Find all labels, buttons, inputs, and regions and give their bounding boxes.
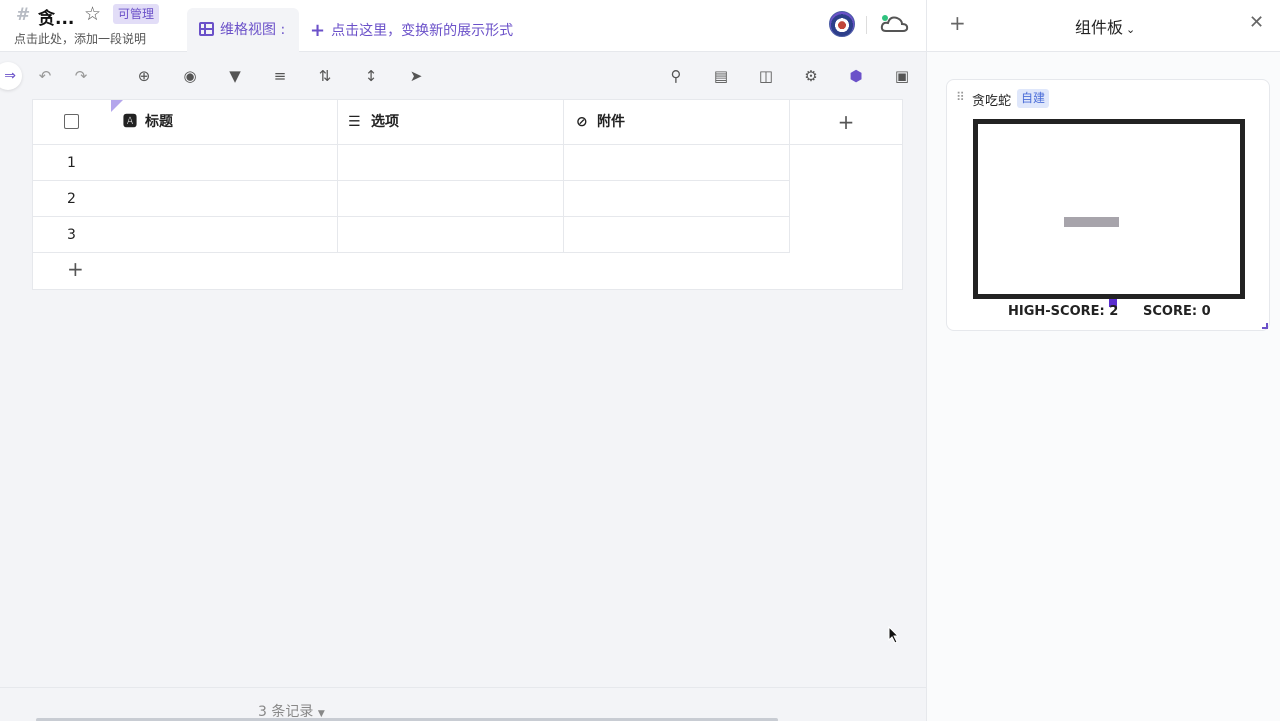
column-label: 标题	[145, 114, 173, 130]
mouse-cursor-icon	[888, 626, 900, 644]
cell-title[interactable]: 3	[33, 217, 338, 253]
widget-card-snake[interactable]: ⠿ 贪吃蛇 自建 HIGH-SCORE: 2 SCORE: 0	[946, 79, 1270, 331]
cell-title[interactable]: 1	[33, 145, 338, 181]
table-row[interactable]: 2	[33, 181, 790, 217]
row-number: 3	[67, 227, 76, 243]
api-icon[interactable]: ⚙	[799, 58, 823, 94]
toolbar: ⇒ ↶ ↷ ⊕ ◉ ▼ ≡ ⇅ ↕ ➤ ⚲ ▤ ◫ ⚙ ⬢ ▣	[0, 58, 926, 94]
hash-icon: #	[16, 5, 31, 25]
status-bar: 3 条记录 ▼	[0, 687, 926, 721]
workspace: # 贪... ☆ 可管理 点击此处，添加一段说明 维格视图 : + 点击这里，变换…	[0, 0, 926, 721]
cell-options[interactable]	[338, 181, 564, 217]
high-score: HIGH-SCORE: 2	[1008, 304, 1119, 319]
star-icon[interactable]: ☆	[84, 3, 101, 25]
cell-options[interactable]	[338, 145, 564, 181]
custom-widget-badge: 自建	[1017, 89, 1050, 108]
cell-attachment[interactable]	[564, 145, 790, 181]
datasheet-title[interactable]: 贪...	[38, 4, 74, 29]
table-row[interactable]: 1	[33, 145, 790, 181]
tab-grid-view[interactable]: 维格视图 :	[187, 8, 299, 52]
chevron-down-icon: ⌄	[1126, 23, 1136, 36]
close-icon[interactable]: ✕	[1249, 12, 1264, 33]
resize-handle-icon[interactable]	[1262, 323, 1268, 329]
grid-view-icon	[199, 22, 214, 36]
row-number: 1	[67, 155, 76, 171]
row-number: 2	[67, 191, 76, 207]
snake	[1064, 217, 1119, 227]
grid-header-row: 🅰 标题 ☰ 选项 ⊘ 附件 +	[33, 100, 902, 145]
column-header-title[interactable]: 🅰 标题	[33, 100, 338, 145]
widget-panel-header: + 组件板 ⌄ ✕	[927, 0, 1280, 52]
share-icon[interactable]: ➤	[404, 58, 428, 94]
form-icon[interactable]: ▤	[709, 58, 733, 94]
game-board[interactable]	[973, 119, 1245, 307]
undo-icon[interactable]: ↶	[33, 58, 57, 94]
add-row-button[interactable]: +	[67, 257, 84, 281]
current-score: SCORE: 0	[1143, 304, 1211, 319]
widget-panel-title[interactable]: 组件板 ⌄	[1075, 14, 1135, 38]
attachment-field-icon: ⊘	[576, 114, 588, 130]
select-all-checkbox[interactable]	[64, 114, 79, 129]
cell-options[interactable]	[338, 217, 564, 253]
add-view-label: 点击这里，变换新的展示形式	[331, 23, 514, 39]
cloud-sync-icon[interactable]	[880, 12, 910, 36]
cell-attachment[interactable]	[564, 181, 790, 217]
column-header-options[interactable]: ☰ 选项	[338, 100, 564, 145]
corner-marker	[111, 100, 123, 112]
robot-icon[interactable]: ▣	[890, 58, 914, 94]
widget-panel: + 组件板 ⌄ ✕ ⠿ 贪吃蛇 自建 HIGH-SCORE: 2 SCORE: 0	[926, 0, 1280, 721]
divider	[866, 16, 867, 34]
row-height-icon[interactable]: ↕	[359, 58, 383, 94]
search-icon[interactable]: ⚲	[664, 58, 688, 94]
add-view-button[interactable]: + 点击这里，变换新的展示形式	[310, 20, 513, 41]
group-icon[interactable]: ≡	[268, 58, 292, 94]
hide-fields-icon[interactable]: ◉	[178, 58, 202, 94]
add-widget-icon[interactable]: +	[949, 11, 966, 35]
top-header: # 贪... ☆ 可管理 点击此处，添加一段说明 维格视图 : + 点击这里，变换…	[0, 0, 926, 52]
avatar[interactable]	[829, 11, 855, 37]
description-text[interactable]: 点击此处，添加一段说明	[14, 30, 146, 47]
drag-handle-icon[interactable]: ⠿	[956, 90, 965, 104]
text-field-icon: 🅰	[123, 114, 137, 130]
sidebar-toggle-button[interactable]: ⇒	[0, 62, 22, 90]
column-label: 附件	[597, 114, 625, 130]
column-header-attachment[interactable]: ⊘ 附件	[564, 100, 790, 145]
widget-cube-icon[interactable]: ⬢	[844, 58, 868, 94]
add-column-button[interactable]: +	[790, 100, 902, 145]
table-row[interactable]: 3	[33, 217, 790, 253]
plus-icon: +	[310, 20, 326, 41]
permission-badge[interactable]: 可管理	[113, 4, 160, 24]
column-label: 选项	[371, 114, 399, 130]
redo-icon[interactable]: ↷	[69, 58, 93, 94]
widget-name: 贪吃蛇	[972, 94, 1012, 109]
filter-icon[interactable]: ▼	[223, 58, 247, 94]
cell-title[interactable]: 2	[33, 181, 338, 217]
sort-icon[interactable]: ⇅	[313, 58, 337, 94]
add-record-icon[interactable]: ⊕	[132, 58, 156, 94]
tab-grid-view-label: 维格视图 :	[220, 22, 286, 38]
cell-attachment[interactable]	[564, 217, 790, 253]
data-grid: 🅰 标题 ☰ 选项 ⊘ 附件 + 1 2 3 +	[32, 99, 903, 290]
panel-title-label: 组件板	[1075, 18, 1124, 37]
gallery-icon[interactable]: ◫	[754, 58, 778, 94]
options-field-icon: ☰	[348, 114, 361, 130]
